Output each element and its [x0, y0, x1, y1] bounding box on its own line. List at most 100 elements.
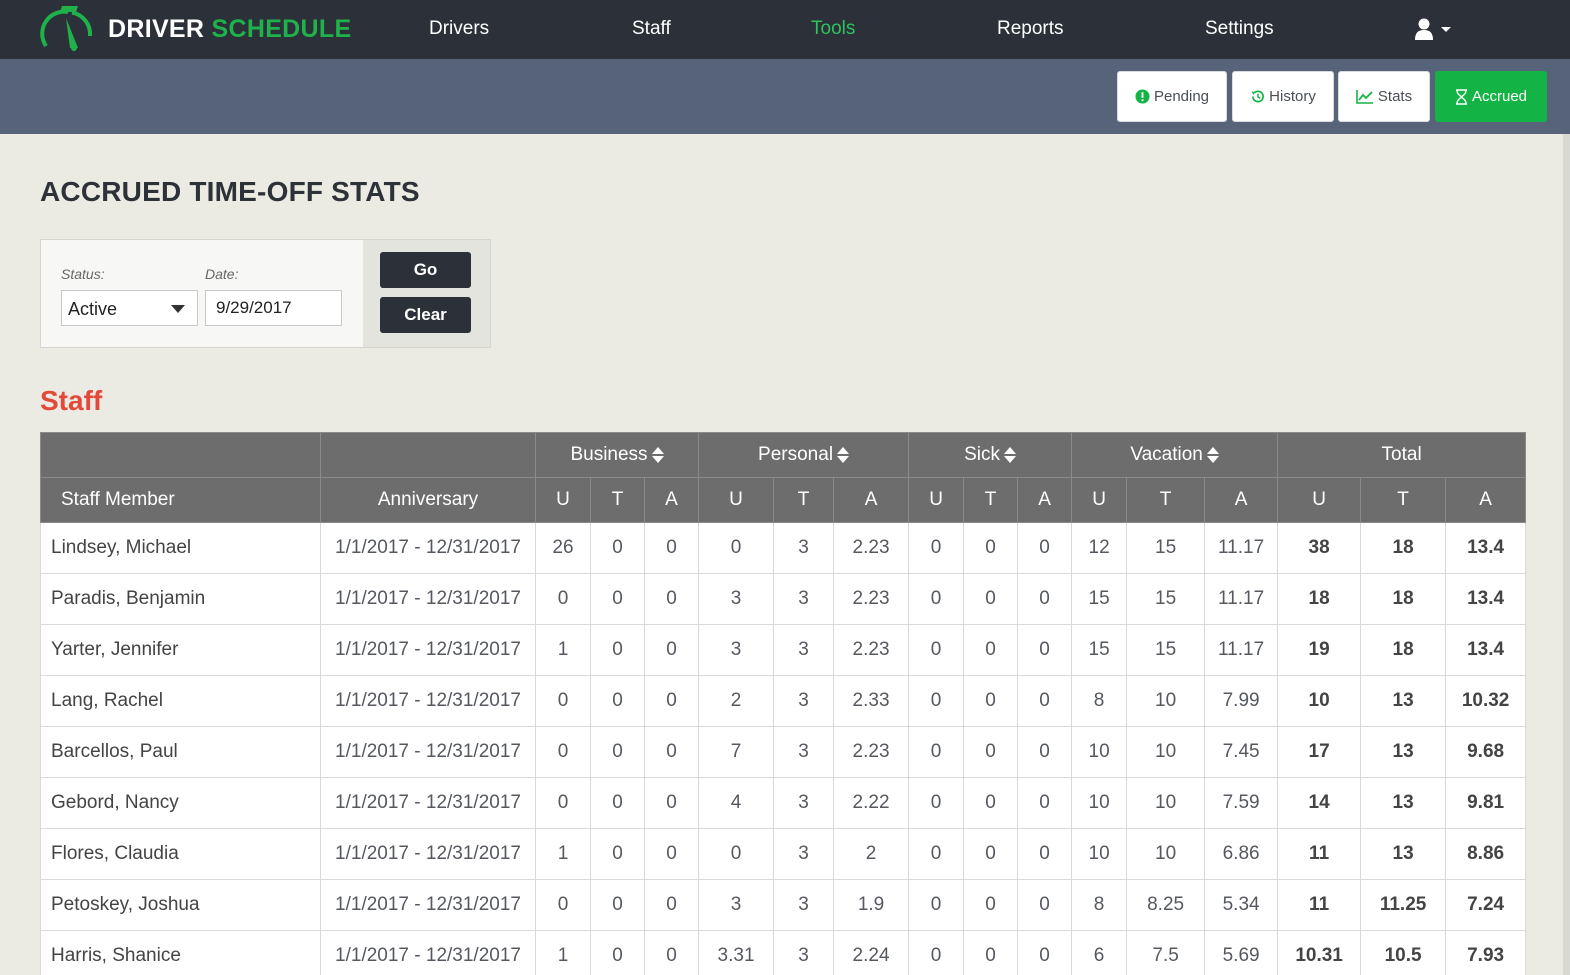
value-cell: 2.23 [833, 573, 910, 625]
anniversary-cell: 1/1/2017 - 12/31/2017 [320, 522, 536, 574]
history-button[interactable]: History [1232, 71, 1334, 122]
header-a: A [1204, 477, 1279, 523]
total-value-cell: 13.4 [1445, 522, 1527, 574]
value-cell: 0 [590, 828, 645, 880]
staff-name-cell[interactable]: Lang, Rachel [40, 675, 321, 727]
filter-fields: Status: Date: Active 9/29/2017 [41, 240, 363, 347]
user-menu[interactable] [1414, 14, 1453, 44]
staff-name-cell[interactable]: Petoskey, Joshua [40, 879, 321, 931]
total-value-cell: 13 [1360, 828, 1447, 880]
value-cell: 4 [698, 777, 775, 829]
header-a: A [643, 477, 700, 523]
table-row: Lang, Rachel 1/1/2017 - 12/31/2017 0 0 0 2 3 2.… [40, 675, 1527, 727]
history-icon [1251, 90, 1265, 103]
header-t: T [773, 477, 835, 523]
value-cell: 0 [590, 879, 645, 931]
header-sick[interactable]: Sick [908, 432, 1073, 478]
header-a: A [1445, 477, 1527, 523]
staff-name-cell[interactable]: Harris, Shanice [40, 930, 321, 975]
header-personal-label: Personal [758, 444, 834, 465]
value-cell: 0 [908, 522, 965, 574]
value-cell: 0 [590, 624, 645, 676]
filter-panel: Status: Date: Active 9/29/2017 Go Clear [40, 239, 491, 348]
value-cell: 10 [1071, 726, 1128, 778]
value-cell: 0 [535, 879, 591, 931]
value-cell: 3 [698, 624, 775, 676]
logo-text: DRIVER SCHEDULE [108, 14, 352, 43]
anniversary-cell: 1/1/2017 - 12/31/2017 [320, 930, 536, 975]
nav-tools[interactable]: Tools [811, 0, 855, 59]
staff-name-cell[interactable]: Lindsey, Michael [40, 522, 321, 574]
hourglass-icon [1455, 88, 1467, 105]
nav-reports[interactable]: Reports [997, 0, 1064, 59]
value-cell: 10 [1071, 777, 1128, 829]
value-cell: 15 [1126, 522, 1206, 574]
scrollbar[interactable] [1563, 134, 1570, 975]
nav-staff[interactable]: Staff [632, 0, 671, 59]
history-label: History [1269, 88, 1316, 105]
total-value-cell: 19 [1277, 624, 1362, 676]
clear-button[interactable]: Clear [380, 297, 471, 333]
total-value-cell: 18 [1277, 573, 1362, 625]
header-personal[interactable]: Personal [698, 432, 910, 478]
total-value-cell: 7.24 [1445, 879, 1527, 931]
value-cell: 0 [643, 930, 700, 975]
header-vacation-label: Vacation [1130, 444, 1203, 465]
value-cell: 12 [1071, 522, 1128, 574]
staff-name-cell[interactable]: Barcellos, Paul [40, 726, 321, 778]
value-cell: 0 [590, 675, 645, 727]
nav-drivers[interactable]: Drivers [429, 0, 489, 59]
status-select[interactable]: Active [61, 290, 198, 326]
header-vacation[interactable]: Vacation [1071, 432, 1279, 478]
total-value-cell: 10.5 [1360, 930, 1447, 975]
value-cell: 0 [963, 675, 1019, 727]
value-cell: 7.59 [1204, 777, 1279, 829]
value-cell: 0 [963, 777, 1019, 829]
staff-name-cell[interactable]: Gebord, Nancy [40, 777, 321, 829]
value-cell: 0 [908, 777, 965, 829]
status-select-value: Active [68, 299, 118, 319]
nav-settings[interactable]: Settings [1205, 0, 1274, 59]
header-business[interactable]: Business [534, 432, 700, 478]
pending-label: Pending [1153, 88, 1210, 105]
value-cell: 0 [963, 726, 1019, 778]
value-cell: 10 [1126, 675, 1206, 727]
go-button[interactable]: Go [380, 252, 471, 288]
header-u: U [1071, 477, 1128, 523]
value-cell: 0 [1017, 726, 1073, 778]
value-cell: 3 [773, 828, 835, 880]
header-t: T [963, 477, 1019, 523]
value-cell: 0 [643, 522, 700, 574]
value-cell: 1 [535, 930, 591, 975]
total-value-cell: 10 [1277, 675, 1362, 727]
total-value-cell: 10.32 [1445, 675, 1527, 727]
value-cell: 3 [773, 879, 835, 931]
value-cell: 0 [643, 726, 700, 778]
value-cell: 0 [908, 573, 965, 625]
value-cell: 0 [908, 726, 965, 778]
stats-button[interactable]: Stats [1338, 71, 1430, 122]
value-cell: 10 [1126, 828, 1206, 880]
anniversary-cell: 1/1/2017 - 12/31/2017 [320, 828, 536, 880]
caret-down-icon [1441, 27, 1451, 32]
pending-button[interactable]: Pending [1117, 71, 1227, 122]
total-value-cell: 13 [1360, 726, 1447, 778]
line-chart-icon [1356, 90, 1373, 104]
value-cell: 0 [643, 573, 700, 625]
value-cell: 10 [1071, 828, 1128, 880]
accrued-button[interactable]: Accrued [1435, 71, 1547, 122]
staff-name-cell[interactable]: Yarter, Jennifer [40, 624, 321, 676]
value-cell: 7.99 [1204, 675, 1279, 727]
header-u: U [908, 477, 965, 523]
value-cell: 11.17 [1204, 522, 1279, 574]
staff-name-cell[interactable]: Paradis, Benjamin [40, 573, 321, 625]
value-cell: 0 [1017, 522, 1073, 574]
page-title: ACCRUED TIME-OFF STATS [40, 176, 420, 207]
total-value-cell: 17 [1277, 726, 1362, 778]
staff-name-cell[interactable]: Flores, Claudia [40, 828, 321, 880]
logo[interactable]: DRIVER SCHEDULE [38, 5, 351, 53]
table-row: Paradis, Benjamin 1/1/2017 - 12/31/2017 0 0… [40, 573, 1527, 625]
date-input[interactable]: 9/29/2017 [205, 290, 342, 326]
value-cell: 3 [773, 777, 835, 829]
top-nav: DRIVER SCHEDULE Drivers Staff Tools Repo… [0, 0, 1570, 59]
